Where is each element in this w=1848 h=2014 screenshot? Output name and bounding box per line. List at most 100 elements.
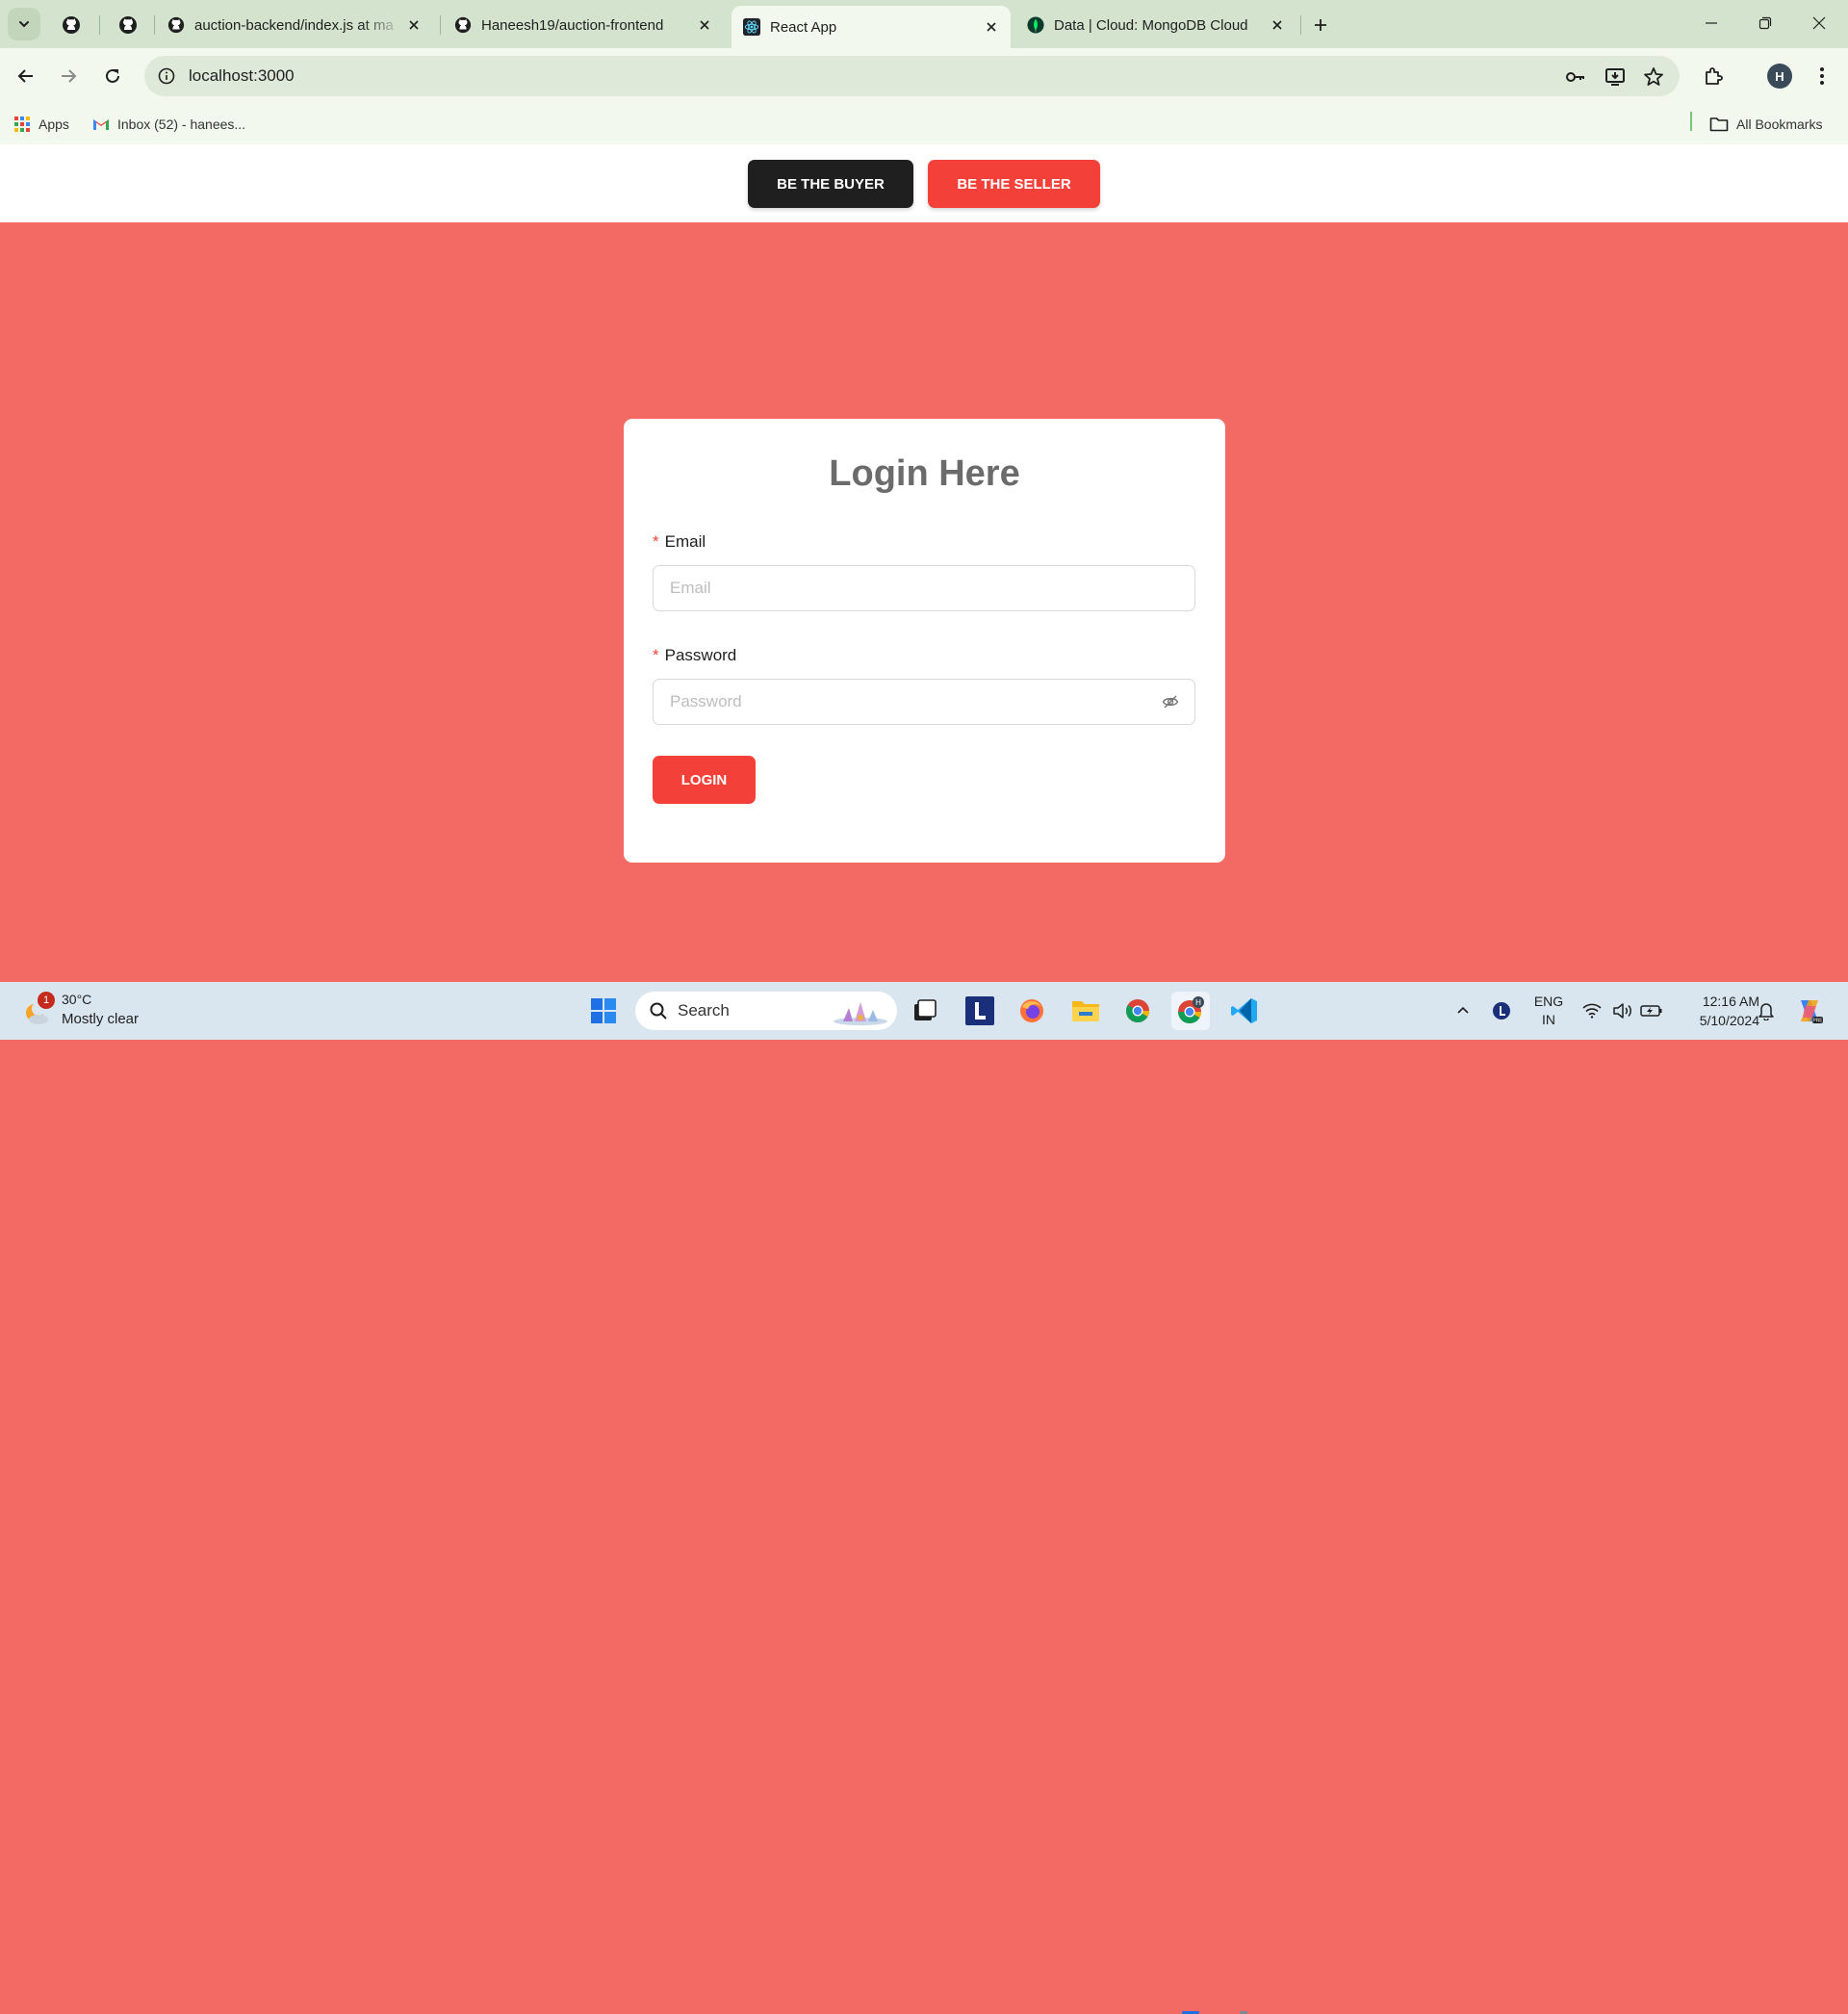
browser-menu-button[interactable] (1805, 59, 1839, 93)
pinned-tab-github-2[interactable] (116, 13, 141, 38)
close-icon (1812, 16, 1826, 30)
required-marker: * (653, 532, 659, 551)
show-hidden-icons-button[interactable] (1444, 992, 1482, 1030)
tab-separator (440, 15, 441, 35)
github-icon (118, 15, 138, 35)
email-label: * Email (653, 532, 706, 552)
close-tab-icon[interactable] (693, 13, 716, 37)
svg-text:PRE: PRE (1812, 1019, 1823, 1024)
l-app-icon (965, 996, 994, 1025)
bookmark-star-icon[interactable] (1641, 65, 1666, 90)
puzzle-icon (1703, 65, 1724, 87)
site-info-icon[interactable] (156, 65, 177, 87)
all-bookmarks-button[interactable]: All Bookmarks (1709, 114, 1822, 135)
taskbar-firefox[interactable] (1013, 992, 1051, 1030)
tab-separator (154, 15, 155, 35)
password-label: * Password (653, 646, 736, 665)
minimize-button[interactable] (1684, 0, 1738, 46)
forward-button[interactable] (51, 59, 86, 93)
tab-title: React App (770, 18, 837, 36)
new-tab-button[interactable] (1307, 12, 1334, 39)
tab-separator (1300, 15, 1301, 35)
taskbar-search[interactable]: Search (635, 992, 897, 1030)
gmail-icon (92, 117, 110, 131)
weather-widget[interactable]: 1 30°C Mostly clear (19, 992, 173, 1032)
taskbar-app-l[interactable] (961, 992, 999, 1030)
tab-auction-frontend[interactable]: Haneesh19/auction-frontend (443, 9, 724, 41)
email-field (653, 565, 1195, 611)
bookmark-apps[interactable]: Apps (13, 114, 69, 135)
restore-button[interactable] (1738, 0, 1792, 46)
restore-icon (1758, 16, 1772, 30)
speaker-icon (1612, 1002, 1633, 1020)
browser-toolbar: localhost:3000 H (0, 48, 1848, 104)
profile-avatar[interactable]: H (1767, 64, 1792, 89)
be-the-buyer-button[interactable]: BE THE BUYER (748, 160, 913, 208)
back-button[interactable] (9, 59, 43, 93)
tab-react-app[interactable]: React App (732, 6, 1011, 48)
copilot-button[interactable]: PRE (1790, 992, 1829, 1030)
notifications-button[interactable] (1747, 992, 1785, 1030)
apps-grid-icon (13, 116, 31, 133)
tray-app-l[interactable] (1482, 992, 1521, 1030)
tab-mongodb-cloud[interactable]: Data | Cloud: MongoDB Cloud (1015, 9, 1296, 41)
weather-temp: 30°C (62, 992, 92, 1007)
folder-icon (1709, 116, 1729, 132)
pinned-tab-github-1[interactable] (59, 13, 84, 38)
minimize-icon (1705, 16, 1718, 30)
search-icon (649, 1001, 668, 1020)
input-language-code: ENG (1533, 994, 1564, 1009)
close-tab-icon[interactable] (402, 13, 425, 37)
bookmark-gmail-inbox[interactable]: Inbox (52) - hanees... (92, 114, 245, 135)
vscode-icon (1230, 996, 1259, 1025)
close-tab-icon[interactable] (1266, 13, 1289, 37)
extensions-button[interactable] (1696, 59, 1731, 93)
start-button[interactable] (584, 992, 623, 1030)
bookmarks-divider (1690, 112, 1692, 131)
tab-auction-backend[interactable]: auction-backend/index.js at ma (156, 9, 433, 41)
more-vertical-icon (1819, 66, 1825, 86)
chevron-up-icon (1456, 1004, 1470, 1018)
login-button[interactable]: LOGIN (653, 756, 756, 804)
password-key-icon[interactable] (1563, 65, 1588, 90)
copilot-icon: PRE (1795, 996, 1824, 1025)
tab-search-button[interactable] (8, 8, 40, 40)
reload-icon (104, 67, 121, 85)
taskbar-chrome-profile[interactable]: H (1171, 992, 1210, 1030)
url-text: localhost:3000 (189, 66, 295, 85)
arrow-right-icon (60, 67, 77, 85)
search-highlight-icon (832, 996, 889, 1025)
battery-charging-icon (1640, 1003, 1663, 1019)
github-icon (62, 15, 81, 35)
bookmarks-bar: Apps Inbox (52) - hanees... All Bookmark… (0, 104, 1848, 144)
eye-invisible-icon[interactable] (1160, 691, 1181, 712)
password-label-text: Password (664, 646, 737, 664)
top-nav: BE THE BUYER BE THE SELLER (0, 144, 1848, 222)
password-input[interactable] (668, 691, 1160, 712)
bookmark-label: Inbox (52) - hanees... (117, 116, 246, 132)
all-bookmarks-label: All Bookmarks (1736, 116, 1823, 132)
install-app-icon[interactable] (1603, 65, 1628, 90)
be-the-seller-button[interactable]: BE THE SELLER (928, 160, 1100, 208)
tab-title: auction-backend/index.js at ma (194, 16, 394, 34)
password-field (653, 679, 1195, 725)
taskbar-search-label: Search (678, 1001, 730, 1020)
reload-button[interactable] (95, 59, 130, 93)
task-view-icon (912, 998, 937, 1023)
address-bar[interactable]: localhost:3000 (144, 56, 1680, 96)
taskbar-chrome[interactable] (1118, 992, 1157, 1030)
email-input[interactable] (668, 578, 1194, 599)
email-label-text: Email (664, 532, 706, 551)
close-window-button[interactable] (1792, 0, 1846, 46)
windows-logo-icon (590, 997, 617, 1024)
task-view-button[interactable] (906, 992, 944, 1030)
input-language-region: IN (1542, 1012, 1555, 1027)
taskbar-vscode[interactable] (1225, 992, 1264, 1030)
battery-status[interactable] (1632, 992, 1671, 1030)
close-tab-icon[interactable] (980, 15, 1003, 39)
mongodb-leaf-icon (1027, 16, 1044, 34)
weather-alert-badge: 1 (38, 992, 55, 1009)
taskbar-file-explorer[interactable] (1066, 992, 1105, 1030)
wifi-icon (1582, 1003, 1602, 1019)
input-language[interactable]: ENG IN (1528, 993, 1569, 1029)
